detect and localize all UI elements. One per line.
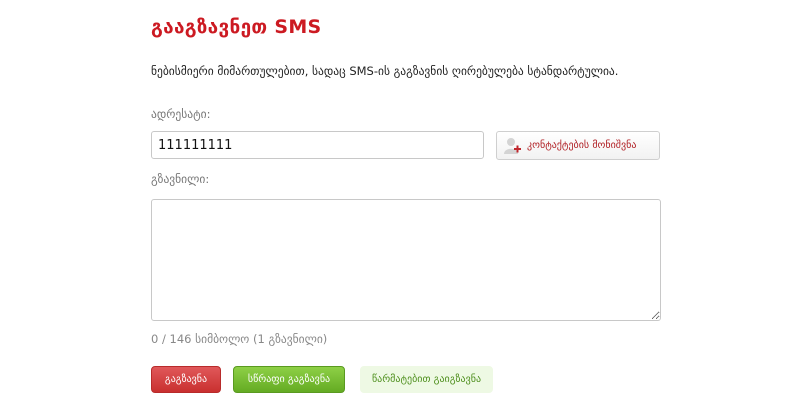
page-title: გააგზავნეთ SMS xyxy=(151,16,322,38)
character-counter: 0 / 146 სიმბოლო (1 გზავნილი) xyxy=(151,332,328,346)
add-contact-icon xyxy=(503,136,523,156)
select-contacts-button[interactable]: კონტაქტების მონიშვნა xyxy=(496,131,660,160)
recipient-label: ადრესატი: xyxy=(151,107,211,121)
recipient-input[interactable] xyxy=(151,131,484,159)
select-contacts-label: კონტაქტების მონიშვნა xyxy=(527,140,637,151)
quick-send-button[interactable]: სწრაფი გაგზავნა xyxy=(233,366,345,393)
send-button[interactable]: გაგზავნა xyxy=(151,366,221,393)
message-textarea[interactable] xyxy=(151,199,661,321)
sms-page: გააგზავნეთ SMS ნებისმიერი მიმართულებით, … xyxy=(0,0,803,411)
sent-success-badge: წარმატებით გაიგზავნა xyxy=(360,366,493,393)
message-label: გზავნილი: xyxy=(151,172,210,186)
intro-text: ნებისმიერი მიმართულებით, სადაც SMS-ის გა… xyxy=(151,64,619,78)
